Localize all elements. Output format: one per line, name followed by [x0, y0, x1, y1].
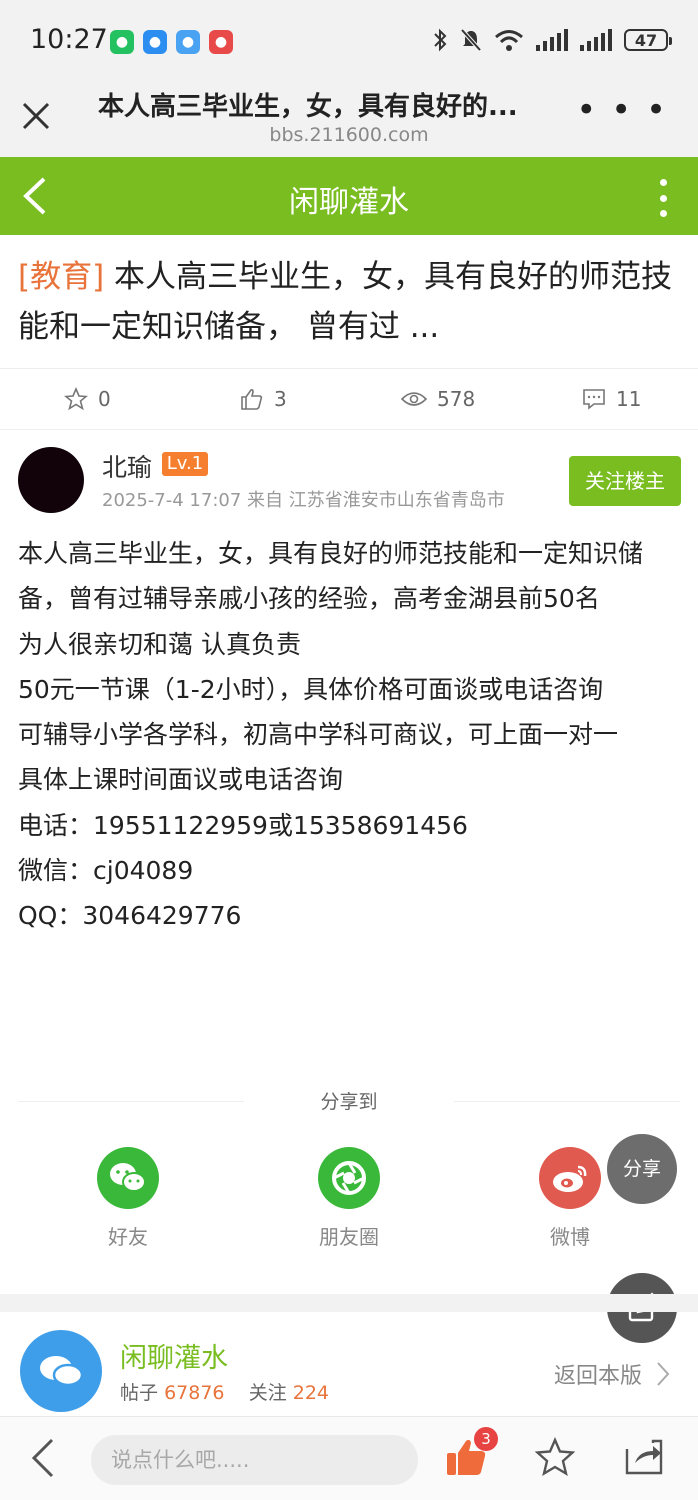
like-count-badge: 3 [474, 1427, 498, 1451]
author-avatar[interactable] [18, 447, 84, 513]
floating-share-button[interactable]: 分享 [607, 1134, 677, 1204]
status-indicators: 47 [432, 28, 672, 52]
like-stat[interactable]: 3 [240, 387, 287, 411]
comment-input[interactable] [91, 1435, 418, 1485]
follow-author-button[interactable]: 关注楼主 [569, 456, 681, 506]
status-bar: 10:27 ● ● ● ● 47 [0, 0, 698, 80]
body-line: 微信：cj04089 [18, 856, 194, 886]
favorite-stat[interactable]: 0 [64, 387, 111, 411]
status-time: 10:27 [30, 24, 108, 55]
wechat-icon [97, 1147, 159, 1209]
posts-label: 帖子 [120, 1382, 159, 1404]
share-moments-label: 朋友圈 [319, 1225, 379, 1249]
back-arrow-icon[interactable] [28, 1437, 58, 1479]
share-icon[interactable] [625, 1439, 663, 1475]
mute-icon [460, 28, 482, 52]
author-level-badge: Lv.1 [162, 452, 208, 476]
body-line: 为人很亲切和蔼 认真负责 [18, 629, 301, 659]
star-icon [64, 387, 88, 411]
thumbs-up-icon [241, 388, 263, 410]
posts-count: 67876 [164, 1382, 225, 1404]
comment-icon [583, 389, 605, 410]
body-line: 可辅导小学各学科，初高中学科可商议，可上面一对一 [18, 720, 619, 750]
body-line: QQ：3046429776 [18, 901, 242, 931]
author-name[interactable]: 北瑜 [102, 448, 152, 484]
comment-count: 11 [616, 387, 642, 411]
post-stats-bar: 0 3 578 11 [0, 368, 698, 430]
follows-count: 224 [292, 1382, 330, 1404]
eye-icon [401, 392, 427, 406]
forum-header: 闲聊灌水 [0, 157, 698, 235]
notification-icons: ● ● ● ● [110, 30, 233, 54]
app-notification-icon: ● [176, 30, 200, 54]
body-line: 50元一节课（1-2小时），具体价格可面谈或电话咨询 [18, 674, 604, 704]
body-line: 电话：19551122959或15358691456 [18, 810, 468, 840]
wechat-notification-icon: ● [110, 30, 134, 54]
battery-icon: 47 [624, 29, 672, 51]
forum-logo[interactable] [20, 1330, 102, 1412]
browser-bar: 本人高三毕业生，女，具有良好的... bbs.211600.com • • • [0, 80, 698, 157]
signal-icon-2 [580, 29, 612, 51]
forum-card-stats: 帖子 67876 关注 224 [120, 1378, 329, 1405]
chevron-right-icon [657, 1362, 670, 1386]
share-wechat-friend[interactable]: 好友 [68, 1147, 188, 1250]
browser-page-title: 本人高三毕业生，女，具有良好的... [98, 92, 518, 122]
store-notification-icon: ● [209, 30, 233, 54]
post-title: [教育] 本人高三毕业生，女，具有良好的师范技能和一定知识储备， 曾有过 ... [18, 252, 683, 352]
signal-icon [536, 29, 568, 51]
view-stat: 578 [401, 387, 475, 411]
weibo-icon [539, 1147, 601, 1209]
more-options-button[interactable]: • • • [576, 93, 668, 127]
body-line: 本人高三毕业生，女，具有良好的师范技能和一定知识储备，曾有过辅导亲戚小孩的经验，… [18, 539, 644, 614]
favorite-count: 0 [98, 387, 111, 411]
chat-bubbles-icon [40, 1356, 84, 1387]
body-line: 具体上课时间面议或电话咨询 [18, 765, 344, 795]
comment-stat[interactable]: 11 [582, 387, 641, 411]
share-moments[interactable]: 朋友圈 [289, 1147, 409, 1250]
vertical-menu-icon[interactable] [658, 179, 668, 217]
like-count: 3 [274, 387, 287, 411]
post-body: 本人高三毕业生，女，具有良好的师范技能和一定知识储备，曾有过辅导亲戚小孩的经验，… [18, 531, 683, 939]
wifi-icon [495, 30, 523, 51]
back-to-board-link[interactable]: 返回本版 [554, 1358, 670, 1390]
view-count: 578 [437, 387, 476, 411]
share-wechat-label: 好友 [108, 1225, 148, 1249]
section-divider [0, 1294, 698, 1312]
back-to-board-label: 返回本版 [553, 1364, 642, 1389]
post-title-text: 本人高三毕业生，女，具有良好的师范技能和一定知识储备， 曾有过 ... [18, 259, 673, 345]
share-weibo-label: 微博 [550, 1225, 590, 1249]
forum-title: 闲聊灌水 [289, 185, 409, 220]
post-category-tag[interactable]: [教育] [18, 259, 104, 295]
follows-label: 关注 [248, 1382, 287, 1404]
share-label: 分享到 [320, 1091, 378, 1113]
forum-card-name[interactable]: 闲聊灌水 [120, 1336, 228, 1375]
post-meta: 2025-7-4 17:07 来自 江苏省淮安市山东省青岛市 [102, 490, 505, 511]
bluetooth-icon [434, 28, 447, 52]
favorite-star-icon[interactable] [535, 1437, 575, 1477]
bottom-action-bar [0, 1416, 698, 1500]
moments-icon [318, 1147, 380, 1209]
message-notification-icon: ● [143, 30, 167, 54]
